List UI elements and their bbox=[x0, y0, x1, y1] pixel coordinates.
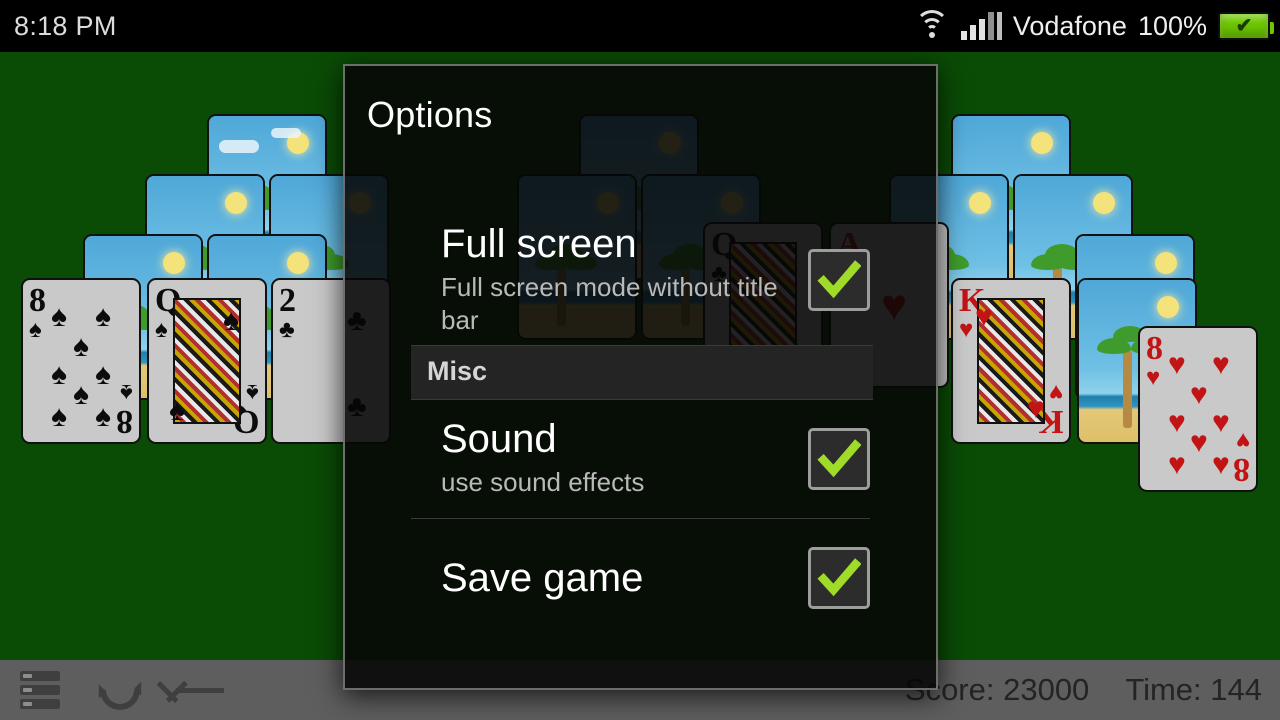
preference-title: Full screen bbox=[441, 221, 637, 266]
playing-card-king-hearts[interactable]: K ♥ K ♥ ♥ ♥ bbox=[951, 278, 1071, 444]
card-rank: 8 bbox=[1146, 330, 1163, 367]
playing-card-8-hearts[interactable]: 8 ♥ 8 ♥ ♥ ♥ ♥ ♥ ♥ ♥ ♥ ♥ bbox=[1138, 326, 1258, 492]
menu-button[interactable] bbox=[0, 660, 80, 720]
card-suit: ♠ bbox=[246, 379, 259, 405]
preference-texts: Sound use sound effects bbox=[441, 418, 808, 499]
dialog-title: Options bbox=[367, 94, 493, 135]
preference-title: Save game bbox=[441, 556, 644, 600]
preference-texts: Save game bbox=[441, 557, 808, 599]
battery-check-glyph: ✔ bbox=[1235, 15, 1253, 37]
playing-card-8-spades[interactable]: 8 ♠ 8 ♠ ♠ ♠ ♠ ♠ ♠ ♠ ♠ ♠ bbox=[21, 278, 141, 444]
checkmark-icon bbox=[817, 439, 861, 478]
section-header-misc: Misc bbox=[411, 345, 873, 400]
playing-card-queen-spades[interactable]: Q ♠ Q ♠ ♠ ♠ bbox=[147, 278, 267, 444]
status-indicators: Vodafone 100% ✔ bbox=[914, 10, 1280, 42]
checkmark-icon bbox=[817, 260, 861, 299]
section-header-label: Misc bbox=[427, 356, 488, 386]
checkbox-sound[interactable] bbox=[808, 428, 870, 490]
card-rank: 8 bbox=[29, 282, 46, 319]
back-button[interactable] bbox=[160, 660, 240, 720]
preference-row-full-screen[interactable]: Full screen Full screen mode without tit… bbox=[345, 221, 936, 339]
card-rank: 2 bbox=[279, 282, 296, 319]
card-suit: ♥ bbox=[1146, 365, 1161, 391]
options-dialog[interactable]: Options Full screen Full screen mode wit… bbox=[343, 64, 938, 690]
cellular-signal-icon bbox=[960, 12, 1002, 40]
preferences-list: Full screen Full screen mode without tit… bbox=[345, 221, 936, 637]
card-suit: ♠ bbox=[155, 317, 168, 343]
preference-subtitle: Full screen mode without title bar bbox=[441, 271, 778, 335]
card-suit: ♠ bbox=[120, 379, 133, 405]
card-suit: ♠ bbox=[29, 317, 42, 343]
checkbox-full-screen[interactable] bbox=[808, 249, 870, 311]
preference-title: Sound bbox=[441, 417, 557, 462]
checkmark-icon bbox=[817, 558, 861, 597]
preference-texts: Full screen Full screen mode without tit… bbox=[441, 223, 808, 338]
card-suit: ♥ bbox=[959, 317, 974, 343]
card-suit: ♥ bbox=[1048, 379, 1063, 405]
card-rank: 8 bbox=[116, 403, 133, 440]
checkbox-save-game[interactable] bbox=[808, 547, 870, 609]
preference-row-sound[interactable]: Sound use sound effects bbox=[345, 400, 936, 518]
restart-button[interactable] bbox=[80, 660, 160, 720]
time-label: Time: 144 bbox=[1125, 672, 1262, 707]
status-bar: 8:18 PM Vodafone 100% ✔ bbox=[0, 0, 1280, 52]
card-rank: 8 bbox=[1233, 451, 1250, 488]
list-divider bbox=[411, 518, 870, 519]
battery-icon: ✔ bbox=[1218, 12, 1274, 40]
card-suit: ♥ bbox=[1235, 427, 1250, 453]
status-clock: 8:18 PM bbox=[14, 10, 117, 41]
wifi-icon bbox=[914, 10, 950, 40]
preference-subtitle: use sound effects bbox=[441, 467, 645, 498]
score-area: Score: 23000 Time: 144 bbox=[905, 672, 1280, 708]
carrier-label: Vodafone bbox=[1012, 10, 1127, 41]
back-icon bbox=[174, 673, 226, 707]
preference-row-save-game[interactable]: Save game bbox=[345, 519, 936, 637]
card-suit: ♣ bbox=[279, 317, 295, 343]
menu-icon bbox=[20, 671, 60, 709]
restart-icon bbox=[91, 661, 149, 719]
battery-percent-label: 100% bbox=[1137, 10, 1207, 41]
